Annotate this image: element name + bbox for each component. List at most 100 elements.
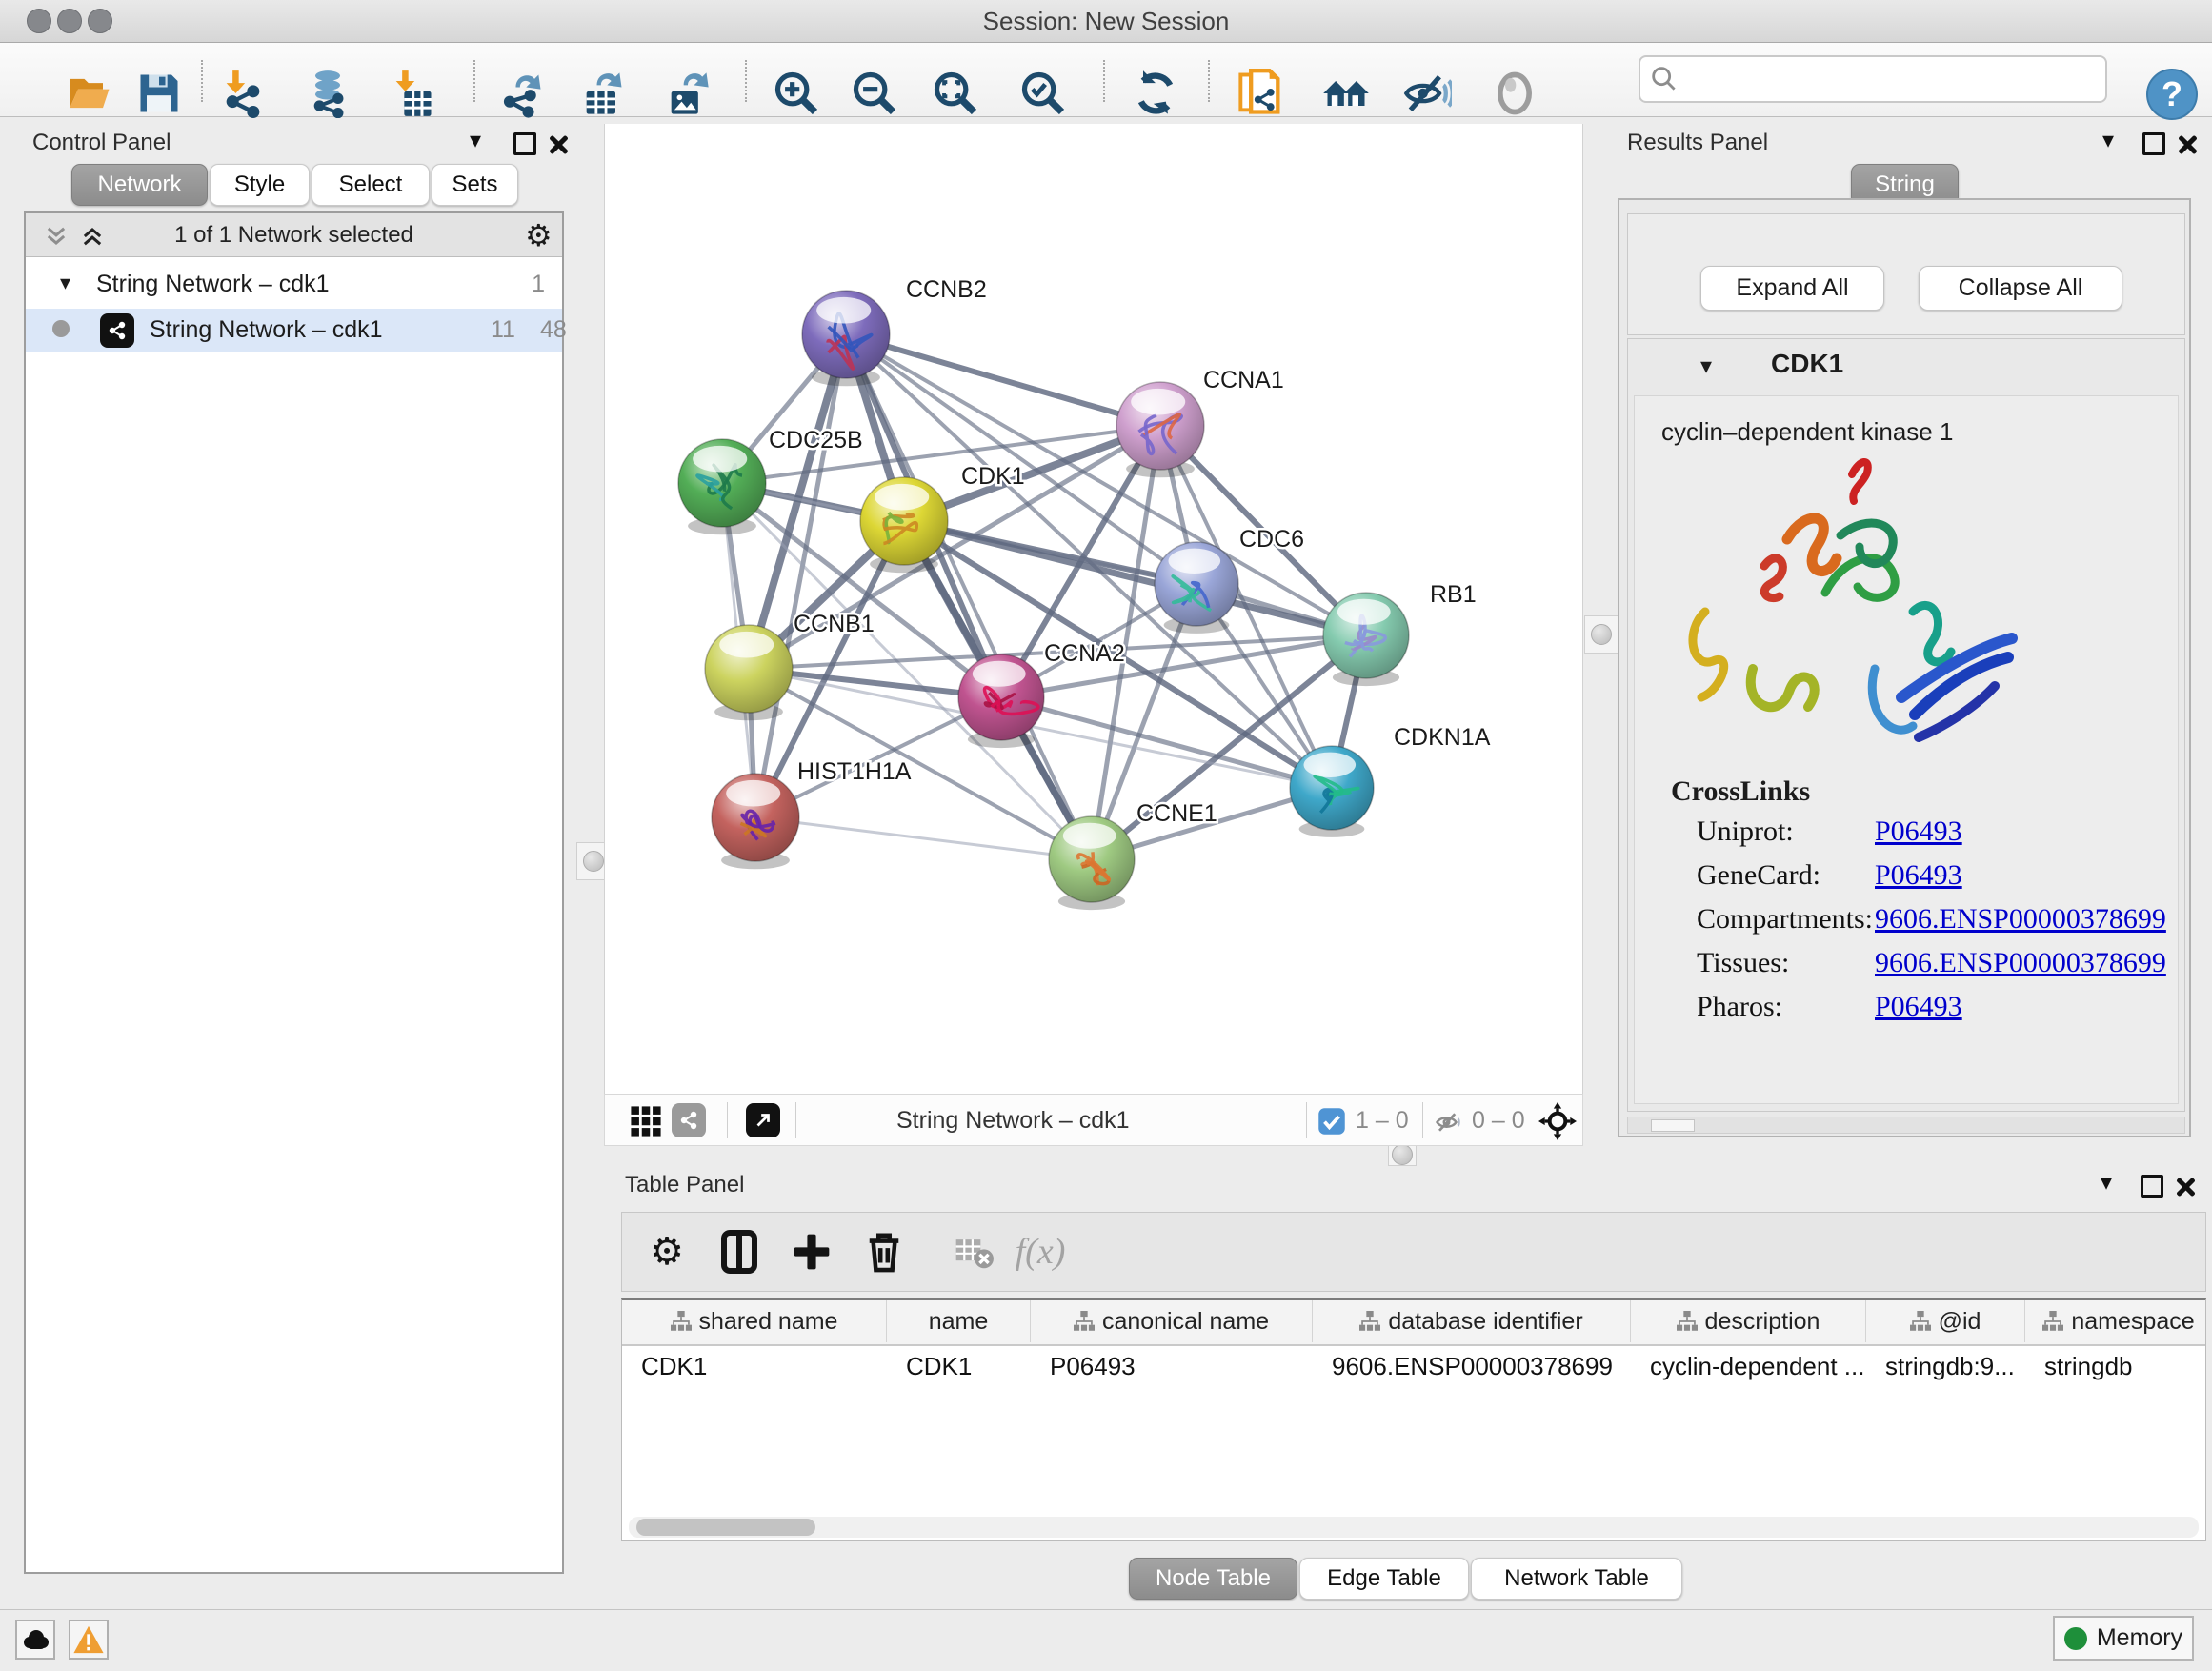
- network-collection-row[interactable]: ▾ String Network – cdk1 1: [26, 267, 562, 307]
- network-node-RB1[interactable]: [1323, 593, 1409, 686]
- crosslink-label: Pharos:: [1697, 991, 1782, 1023]
- warning-status-button[interactable]: [69, 1620, 109, 1660]
- cloud-status-button[interactable]: [15, 1620, 55, 1660]
- table-cell[interactable]: P06493: [1031, 1346, 1313, 1386]
- search-input[interactable]: [1688, 59, 2105, 99]
- network-edge-HIST1H1A-CCNE1[interactable]: [755, 817, 1092, 859]
- create-column-icon[interactable]: [782, 1222, 841, 1281]
- refresh-icon[interactable]: [1126, 64, 1185, 123]
- network-node-CCNA1[interactable]: [1116, 382, 1204, 477]
- tab-edge-table[interactable]: Edge Table: [1299, 1558, 1469, 1600]
- open-file-icon[interactable]: [61, 64, 120, 123]
- gene-section: ▾ CDK1 cyclin–dependent kinase 1: [1627, 338, 2185, 1112]
- right-splitter-grip[interactable]: [1584, 615, 1619, 654]
- home-networks-icon[interactable]: [1317, 64, 1376, 123]
- control-panel-menu-icon[interactable]: ▾: [463, 128, 488, 152]
- crosslink-link[interactable]: 9606.ENSP00000378699: [1875, 947, 2166, 979]
- results-scrollbar[interactable]: [1627, 1117, 2185, 1134]
- center-view-crosshair-icon[interactable]: [1538, 1102, 1577, 1140]
- table-options-gear-icon[interactable]: ⚙: [637, 1222, 696, 1281]
- results-scrollbar-thumb[interactable]: [1651, 1119, 1695, 1132]
- network-node-CDKN1A[interactable]: [1290, 746, 1374, 837]
- import-network-from-database-icon[interactable]: [298, 64, 357, 123]
- zoom-out-icon[interactable]: [845, 64, 904, 123]
- column-header--id[interactable]: @id: [1866, 1300, 2025, 1342]
- crosslink-link[interactable]: P06493: [1875, 815, 1962, 848]
- tab-sets[interactable]: Sets: [432, 164, 518, 206]
- network-node-CDC25B[interactable]: [678, 439, 766, 534]
- horizontal-splitter-grip[interactable]: [1388, 1143, 1417, 1166]
- birds-eye-grid-icon[interactable]: [630, 1105, 662, 1137]
- open-in-window-icon[interactable]: [746, 1103, 780, 1137]
- network-options-gear-icon[interactable]: ⚙: [525, 217, 553, 253]
- import-network-icon[interactable]: [213, 64, 272, 123]
- table-panel-menu-icon[interactable]: ▾: [2094, 1170, 2119, 1195]
- network-node-CCNE1[interactable]: [1049, 816, 1135, 910]
- table-cell[interactable]: cyclin-dependent ...: [1631, 1346, 1866, 1386]
- column-header-name[interactable]: name: [887, 1300, 1031, 1342]
- tab-node-table[interactable]: Node Table: [1129, 1558, 1297, 1600]
- crosslink-link[interactable]: P06493: [1875, 991, 1962, 1023]
- network-overview-icon[interactable]: [672, 1103, 706, 1137]
- collection-expander-icon[interactable]: ▾: [60, 271, 70, 295]
- zoom-fit-icon[interactable]: [926, 64, 985, 123]
- table-hscrollbar-thumb[interactable]: [636, 1519, 815, 1536]
- save-session-icon[interactable]: [130, 64, 189, 123]
- selected-checkbox-icon[interactable]: [1317, 1107, 1346, 1136]
- copy-network-icon[interactable]: [1232, 64, 1291, 123]
- results-panel-close-icon[interactable]: [2174, 131, 2199, 156]
- export-table-icon[interactable]: [573, 64, 633, 123]
- hide-unhide-icon[interactable]: [1398, 64, 1457, 123]
- table-panel-close-icon[interactable]: [2172, 1174, 2197, 1198]
- table-panel-float-icon[interactable]: [2140, 1174, 2164, 1198]
- table-cell[interactable]: CDK1: [887, 1346, 1031, 1386]
- expand-all-button[interactable]: Expand All: [1700, 266, 1884, 311]
- footer-separator: [795, 1102, 796, 1138]
- column-header-database-identifier[interactable]: database identifier: [1313, 1300, 1631, 1342]
- control-panel-close-icon[interactable]: [545, 131, 570, 156]
- crosslink-link[interactable]: P06493: [1875, 859, 1962, 892]
- column-header-shared-name[interactable]: shared name: [622, 1300, 887, 1342]
- results-panel-float-icon[interactable]: [2142, 131, 2166, 156]
- import-table-icon[interactable]: [383, 64, 442, 123]
- export-image-icon[interactable]: [658, 64, 717, 123]
- column-header-namespace[interactable]: namespace: [2025, 1300, 2206, 1342]
- tab-network[interactable]: Network: [71, 164, 208, 206]
- tab-select[interactable]: Select: [312, 164, 430, 206]
- network-row-selected[interactable]: String Network – cdk1 11 48: [26, 309, 562, 352]
- network-node-HIST1H1A[interactable]: [712, 774, 799, 869]
- zoom-in-icon[interactable]: [767, 64, 826, 123]
- gene-expander-icon[interactable]: ▾: [1700, 352, 1712, 380]
- table-cell[interactable]: 9606.ENSP00000378699: [1313, 1346, 1631, 1386]
- help-button[interactable]: ?: [2146, 69, 2198, 120]
- horizontal-splitter[interactable]: [604, 1146, 1583, 1164]
- network-canvas[interactable]: CCNB2CCNA1CDC25BCDK1CDC6RB1CCNB1CCNA2CDK…: [604, 124, 1583, 1094]
- table-cell[interactable]: stringdb: [2025, 1346, 2206, 1386]
- control-panel-float-icon[interactable]: [513, 131, 537, 156]
- node-label-CDC25B: CDC25B: [769, 427, 863, 453]
- memory-button[interactable]: Memory: [2053, 1616, 2194, 1661]
- delete-column-icon[interactable]: [855, 1222, 914, 1281]
- network-node-CDC6[interactable]: [1155, 542, 1238, 634]
- results-panel-menu-icon[interactable]: ▾: [2096, 128, 2121, 152]
- table-cell[interactable]: stringdb:9...: [1866, 1346, 2025, 1386]
- collapse-all-button[interactable]: Collapse All: [1919, 266, 2122, 311]
- tab-style[interactable]: Style: [210, 164, 310, 206]
- title-bar: Session: New Session: [0, 0, 2212, 43]
- network-node-CCNB1[interactable]: [705, 625, 793, 720]
- table-cell[interactable]: CDK1: [622, 1346, 887, 1386]
- column-header-canonical-name[interactable]: canonical name: [1031, 1300, 1313, 1342]
- show-eye-icon[interactable]: [1485, 64, 1544, 123]
- tab-network-table[interactable]: Network Table: [1471, 1558, 1682, 1600]
- export-network-icon[interactable]: [493, 64, 552, 123]
- column-header-description[interactable]: description: [1631, 1300, 1866, 1342]
- table-hscrollbar[interactable]: [629, 1517, 2199, 1538]
- zoom-selected-icon[interactable]: [1014, 64, 1073, 123]
- network-edge-CCNB2-HIST1H1A[interactable]: [755, 334, 846, 817]
- search-icon: [1648, 63, 1680, 95]
- left-splitter[interactable]: [583, 124, 604, 1164]
- network-graph[interactable]: CCNB2CCNA1CDC25BCDK1CDC6RB1CCNB1CCNA2CDK…: [605, 124, 1582, 1092]
- crosslink-link[interactable]: 9606.ENSP00000378699: [1875, 903, 2166, 936]
- show-columns-icon[interactable]: [710, 1222, 769, 1281]
- node-table[interactable]: shared namenamecanonical namedatabase id…: [621, 1298, 2206, 1541]
